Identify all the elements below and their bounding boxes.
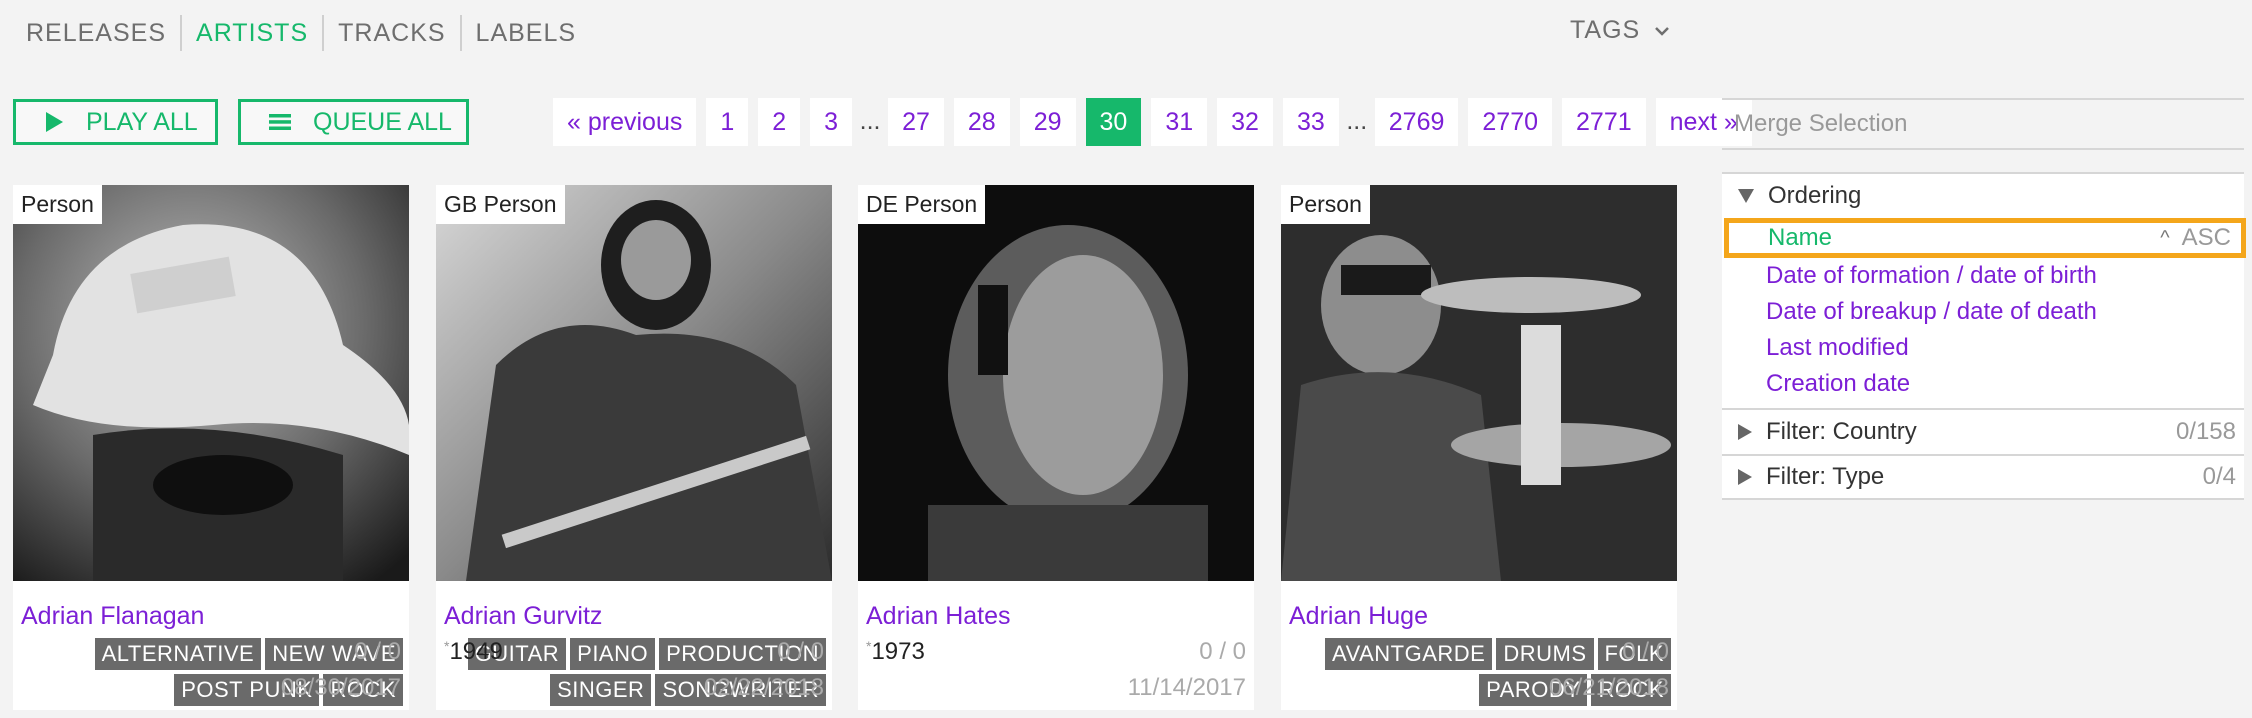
filter-count: 0/158 <box>2175 418 2236 445</box>
artist-birth-year: *1949 <box>444 638 503 666</box>
filter-label: Filter: Country <box>1766 418 1917 445</box>
year-value: 1949 <box>449 638 503 665</box>
artist-type: DE Person <box>858 185 986 224</box>
main-nav: RELEASES ARTISTS TRACKS LABELS <box>14 12 590 54</box>
artist-card: GB Person GUITAR PIANO PRODUCTION SINGER… <box>436 185 832 710</box>
pagination: « previous 1 2 3 ... 27 28 29 30 31 32 3… <box>553 98 1762 146</box>
artist-type: Person <box>1281 185 1370 224</box>
page-link[interactable]: 2771 <box>1562 98 1646 146</box>
triangle-right-icon <box>1738 469 1752 485</box>
play-all-label: PLAY ALL <box>86 107 198 136</box>
triangle-down-icon <box>1738 189 1754 203</box>
artist-photo[interactable] <box>436 185 832 581</box>
order-option-creation-date[interactable]: Creation date <box>1722 366 2244 402</box>
order-option-name[interactable]: Name ^ ASC <box>1724 218 2246 258</box>
nav-releases[interactable]: RELEASES <box>14 19 180 48</box>
ordering-list: Name ^ ASC Date of formation / date of b… <box>1722 218 2246 408</box>
artist-name-link[interactable]: Adrian Huge <box>1289 602 1428 631</box>
artist-birth-year: *1973 <box>866 638 925 666</box>
artist-count: 0 / 0 <box>1199 638 1246 665</box>
page-link[interactable]: 2 <box>758 98 801 146</box>
filter-count: 0/4 <box>2202 463 2236 490</box>
page-previous[interactable]: « previous <box>553 98 697 146</box>
play-all-button[interactable]: PLAY ALL <box>13 99 218 145</box>
artist-count: 0 / 0 <box>354 638 401 665</box>
page-link[interactable]: 2769 <box>1374 98 1459 146</box>
sort-direction[interactable]: ^ ASC <box>2160 224 2231 252</box>
caret-up-icon: ^ <box>2160 226 2170 249</box>
nav-labels[interactable]: LABELS <box>462 19 591 48</box>
artist-card: Person AVANTGARDE DRUMS FOLK PARODY ROCK… <box>1281 185 1677 710</box>
tag[interactable]: DRUMS <box>1496 638 1594 670</box>
queue-all-label: QUEUE ALL <box>313 107 452 136</box>
artist-card: DE Person Adrian Hates *1973 0 / 0 11/14… <box>858 185 1254 710</box>
page-link[interactable]: 33 <box>1282 98 1339 146</box>
ordering-panel: Ordering Name ^ ASC Date of formation / … <box>1722 172 2246 500</box>
page-link[interactable]: 3 <box>810 98 853 146</box>
order-option-label: Name <box>1768 224 1833 251</box>
page-current[interactable]: 30 <box>1085 98 1142 146</box>
tags-label: TAGS <box>1570 16 1641 44</box>
tag[interactable]: ALTERNATIVE <box>94 638 262 670</box>
triangle-right-icon <box>1738 424 1752 440</box>
chevron-down-icon <box>1655 26 1670 36</box>
artist-photo[interactable] <box>13 185 409 581</box>
tag[interactable]: SINGER <box>550 674 652 706</box>
artist-date: 06/21/2018 <box>1548 674 1669 701</box>
ordering-title: Ordering <box>1768 182 1862 209</box>
list-icon <box>269 113 291 131</box>
merge-selection-input[interactable]: Merge Selection <box>1722 98 2244 150</box>
play-icon <box>44 111 64 133</box>
sort-direction-label: ASC <box>2181 224 2231 251</box>
queue-all-button[interactable]: QUEUE ALL <box>238 99 469 145</box>
page-link[interactable]: 2770 <box>1468 98 1553 146</box>
ordering-toggle[interactable]: Ordering <box>1722 174 2244 218</box>
artist-date: 02/22/2018 <box>703 674 824 701</box>
page-link[interactable]: 28 <box>953 98 1010 146</box>
order-option-last-modified[interactable]: Last modified <box>1722 330 2244 366</box>
filter-label: Filter: Type <box>1766 463 1885 490</box>
page-ellipsis: ... <box>1346 107 1368 135</box>
page-link[interactable]: 32 <box>1217 98 1273 146</box>
nav-artists[interactable]: ARTISTS <box>182 19 322 48</box>
order-option-breakup-date[interactable]: Date of breakup / date of death <box>1722 294 2244 330</box>
page-ellipsis: ... <box>859 107 881 135</box>
artist-name-link[interactable]: Adrian Gurvitz <box>444 602 602 631</box>
sidebar: Merge Selection Ordering Name ^ ASC Date… <box>1722 98 2246 500</box>
artist-name-link[interactable]: Adrian Hates <box>866 602 1011 631</box>
page-link[interactable]: 31 <box>1151 98 1208 146</box>
tag[interactable]: PIANO <box>570 638 656 670</box>
artist-count: 0 / 0 <box>1622 638 1669 665</box>
order-option-formation-date[interactable]: Date of formation / date of birth <box>1722 258 2244 294</box>
page-link[interactable]: 1 <box>706 98 749 146</box>
page-link[interactable]: 29 <box>1019 98 1076 146</box>
tags-dropdown[interactable]: TAGS <box>1570 16 1670 45</box>
artist-date: 11/14/2017 <box>1127 674 1246 701</box>
nav-tracks[interactable]: TRACKS <box>324 19 459 48</box>
artist-card: Person ALTERNATIVE NEW WAVE POST PUNK RO… <box>13 185 409 710</box>
artist-date: 08/30/2017 <box>280 674 401 701</box>
artist-photo[interactable] <box>1281 185 1677 581</box>
artist-type: Person <box>13 185 102 224</box>
artist-name-link[interactable]: Adrian Flanagan <box>21 602 204 631</box>
artist-photo[interactable] <box>858 185 1254 581</box>
filter-type[interactable]: Filter: Type 0/4 <box>1722 454 2244 500</box>
page-link[interactable]: 27 <box>888 98 944 146</box>
artist-count: 0 / 0 <box>777 638 824 665</box>
tag[interactable]: AVANTGARDE <box>1325 638 1493 670</box>
filter-country[interactable]: Filter: Country 0/158 <box>1722 408 2244 454</box>
year-value: 1973 <box>871 638 925 665</box>
artist-type: GB Person <box>436 185 565 224</box>
